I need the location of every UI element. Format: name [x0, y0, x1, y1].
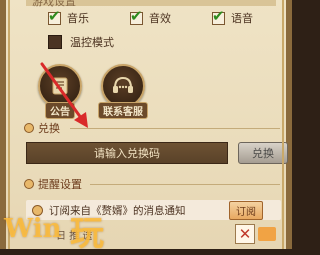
sfx-checkbox-box[interactable] — [130, 7, 143, 25]
voice-checkbox-box[interactable] — [212, 7, 225, 25]
section-bullet-icon — [24, 123, 34, 133]
customer-service-button[interactable]: 联系客服 — [98, 64, 148, 119]
music-label: 音乐 — [67, 12, 89, 25]
reminder-section-header: 提醒设置 — [24, 176, 82, 192]
redeem-section-header: 兑换 — [24, 120, 60, 136]
section-bullet-icon — [24, 179, 34, 189]
reminder-bottom-row: 日 推 送 ✕ — [26, 224, 281, 244]
watermark-left: Win — [4, 214, 62, 244]
sfx-checkbox[interactable]: 音效 — [130, 7, 171, 26]
subscribe-button[interactable]: 订阅 — [229, 201, 263, 220]
temp-mode-label: 温控模式 — [70, 36, 114, 49]
reminder-divider — [90, 184, 280, 185]
reminder-section-title: 提醒设置 — [38, 178, 82, 191]
temp-mode-checkbox-box[interactable] — [48, 35, 62, 49]
redeem-code-input[interactable]: 请输入兑换码 — [26, 142, 228, 164]
sound-options-row: 音乐 音效 语音 — [48, 7, 288, 30]
headset-icon — [113, 76, 133, 93]
music-checkbox[interactable]: 音乐 — [48, 7, 89, 26]
music-checkbox-box[interactable] — [48, 7, 61, 25]
watermark-right: 玩 — [70, 214, 104, 254]
sfx-label: 音效 — [149, 12, 171, 25]
redeem-divider — [70, 128, 280, 129]
settings-panel: 游戏设置 音乐 音效 语音 温控模式 公告 — [0, 0, 292, 249]
close-icon[interactable]: ✕ — [235, 224, 255, 244]
customer-service-label: 联系客服 — [98, 102, 148, 119]
subscribe-row: 订阅来自《赘婿》的消息通知 订阅 — [26, 200, 281, 220]
temp-mode-checkbox[interactable]: 温控模式 — [48, 34, 114, 50]
voice-checkbox[interactable]: 语音 — [212, 7, 253, 26]
redeem-button[interactable]: 兑换 — [238, 142, 288, 164]
voice-label: 语音 — [231, 12, 253, 25]
toggle-cap[interactable] — [258, 227, 276, 241]
redeem-section-title: 兑换 — [38, 122, 60, 135]
